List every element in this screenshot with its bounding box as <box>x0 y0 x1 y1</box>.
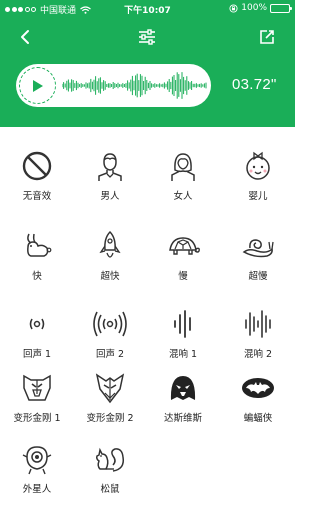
effect-alien[interactable]: 外星人 <box>0 441 74 501</box>
effect-super-fast[interactable]: 超快 <box>73 228 147 288</box>
effect-label: 回声 2 <box>95 349 125 360</box>
share-button[interactable] <box>256 26 278 48</box>
waveform <box>62 72 207 99</box>
effect-man[interactable]: 男人 <box>73 148 147 208</box>
back-arrow-icon <box>21 30 29 44</box>
autobot-icon <box>19 370 55 406</box>
effect-reverb-1[interactable]: 混响 1 <box>146 306 220 366</box>
effect-label: 外星人 <box>22 484 52 495</box>
rocket-icon <box>92 228 128 264</box>
duration-label: 03.72" <box>232 76 277 93</box>
rabbit-icon <box>19 228 55 264</box>
effect-squirrel[interactable]: 松鼠 <box>73 441 147 501</box>
effect-super-slow[interactable]: 超慢 <box>221 228 295 288</box>
effect-no-effect[interactable]: 无音效 <box>0 148 74 208</box>
battery-icon <box>270 3 292 13</box>
header: 中国联通 下午10:07 100% 03.72" <box>0 0 295 127</box>
rotation-lock-icon <box>229 3 238 13</box>
snail-icon <box>240 228 276 264</box>
effect-fast[interactable]: 快 <box>0 228 74 288</box>
effect-transformer-1[interactable]: 变形金刚 1 <box>0 370 74 430</box>
play-button[interactable] <box>19 67 56 104</box>
battery-percent: 100% <box>241 3 267 13</box>
settings-button[interactable] <box>136 26 158 48</box>
darth-vader-icon <box>165 370 201 406</box>
woman-icon <box>165 148 201 184</box>
squirrel-icon <box>92 441 128 477</box>
effect-label: 超快 <box>100 271 120 282</box>
man-icon <box>92 148 128 184</box>
effect-label: 变形金刚 2 <box>86 413 134 424</box>
echo-1-icon <box>19 306 55 342</box>
effect-reverb-2[interactable]: 混响 2 <box>221 306 295 366</box>
effect-baby[interactable]: 婴儿 <box>221 148 295 208</box>
effect-woman[interactable]: 女人 <box>146 148 220 208</box>
effect-label: 男人 <box>100 191 120 202</box>
effect-label: 达斯维斯 <box>163 413 202 424</box>
effect-slow[interactable]: 慢 <box>146 228 220 288</box>
effect-label: 混响 2 <box>243 349 273 360</box>
effect-label: 混响 1 <box>168 349 198 360</box>
back-button[interactable] <box>14 26 36 48</box>
effect-echo-1[interactable]: 回声 1 <box>0 306 74 366</box>
effect-batman[interactable]: 蝙蝠侠 <box>221 370 295 430</box>
turtle-icon <box>165 228 201 264</box>
effect-label: 女人 <box>173 191 193 202</box>
no-effect-icon <box>19 148 55 184</box>
effect-label: 慢 <box>178 271 188 282</box>
audio-player <box>16 64 211 107</box>
alien-icon <box>19 441 55 477</box>
baby-icon <box>240 148 276 184</box>
effect-label: 快 <box>32 271 42 282</box>
play-icon <box>33 79 43 92</box>
sliders-icon <box>139 29 155 45</box>
effect-transformer-2[interactable]: 变形金刚 2 <box>73 370 147 430</box>
share-icon <box>260 30 274 44</box>
status-bar: 中国联通 下午10:07 100% <box>0 0 295 18</box>
effect-label: 回声 1 <box>22 349 52 360</box>
nav-bar <box>0 22 295 52</box>
effect-label: 婴儿 <box>248 191 268 202</box>
effect-darth-vader[interactable]: 达斯维斯 <box>146 370 220 430</box>
effect-label: 蝙蝠侠 <box>243 413 273 424</box>
effect-label: 松鼠 <box>100 484 120 495</box>
effect-label: 变形金刚 1 <box>13 413 61 424</box>
batman-icon <box>240 370 276 406</box>
effect-echo-2[interactable]: 回声 2 <box>73 306 147 366</box>
reverb-2-icon <box>240 306 276 342</box>
echo-2-icon <box>92 306 128 342</box>
reverb-1-icon <box>165 306 201 342</box>
effect-label: 无音效 <box>22 191 52 202</box>
status-right: 100% <box>229 3 292 13</box>
decepticon-icon <box>92 370 128 406</box>
effect-label: 超慢 <box>248 271 268 282</box>
